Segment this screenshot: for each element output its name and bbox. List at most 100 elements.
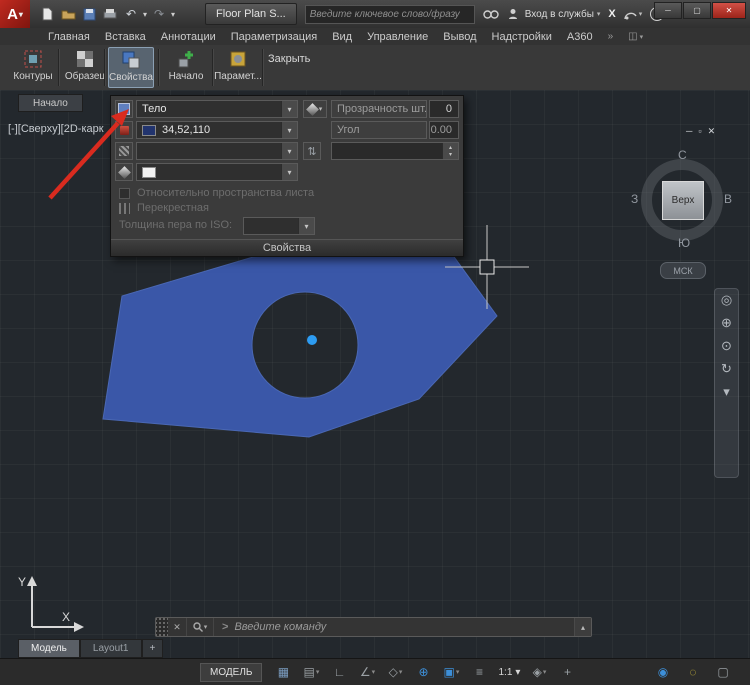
compass-north[interactable]: С <box>678 148 687 162</box>
chevron-down-icon[interactable]: ▾ <box>281 143 297 159</box>
angle-value[interactable]: 0.00 <box>429 121 459 139</box>
command-history-expand-icon[interactable]: ▴ <box>574 618 591 636</box>
document-tab[interactable]: Floor Plan S... <box>205 3 297 25</box>
tab-output[interactable]: Вывод <box>443 31 476 43</box>
hatch-polygon[interactable] <box>102 242 498 438</box>
hatch-color-combo[interactable]: 34,52,110 ▾ <box>136 121 298 139</box>
compass-west[interactable]: З <box>631 192 638 206</box>
tab-a360[interactable]: A360 <box>567 31 593 43</box>
command-close-icon[interactable]: ✕ <box>168 618 187 636</box>
navigation-wheel-icon[interactable]: ◎ <box>721 293 732 307</box>
new-file-icon[interactable] <box>38 5 56 23</box>
tab-insert[interactable]: Вставка <box>105 31 146 43</box>
application-menu-button[interactable]: A ▾ <box>0 0 30 28</box>
isolate-objects-icon[interactable]: ◌ <box>680 662 706 682</box>
layer-override-combo[interactable]: ▾ <box>136 163 298 181</box>
sign-in-button[interactable]: Вход в службы ▾ <box>525 9 601 20</box>
transparency-value[interactable]: 0 <box>429 100 459 118</box>
start-file-tab[interactable]: Начало <box>18 94 83 112</box>
chevron-down-icon[interactable]: ▾ <box>281 101 297 117</box>
iso-pen-width-combo[interactable]: ▾ <box>243 217 315 235</box>
qat-customize-icon[interactable]: ▾ <box>171 10 175 19</box>
command-input[interactable]: > Введите команду <box>222 621 326 633</box>
stay-connected-icon[interactable]: ▾ <box>624 9 642 20</box>
drawing-close-icon[interactable]: ✕ <box>708 126 716 137</box>
ortho-mode-icon[interactable]: ∟ <box>326 662 352 682</box>
background-color-combo[interactable]: ▾ <box>136 142 298 160</box>
command-line[interactable]: ✕ ▾ > Введите команду ▴ <box>155 617 592 637</box>
polar-tracking-icon[interactable]: ∠ ▾ <box>354 662 380 682</box>
grid-display-icon[interactable]: ▦ <box>270 662 296 682</box>
tab-annotate[interactable]: Аннотации <box>161 31 216 43</box>
tab-parametric[interactable]: Параметризация <box>231 31 317 43</box>
scale-spinner-field[interactable]: ▴ ▾ <box>331 142 459 160</box>
tab-overflow-icon[interactable]: » <box>608 31 614 42</box>
options-button[interactable]: Парамет... <box>214 47 262 88</box>
minimize-button[interactable]: ─ <box>654 2 682 19</box>
command-line-grip[interactable] <box>156 618 168 636</box>
chevron-down-icon[interactable]: ▾ <box>298 218 314 234</box>
center-point-dot[interactable] <box>307 335 317 345</box>
tab-home[interactable]: Главная <box>48 31 90 43</box>
ribbon-options-icon[interactable]: ◫ ▾ <box>628 31 643 42</box>
spinner-arrows-icon[interactable]: ▴ ▾ <box>442 143 458 159</box>
compass-east[interactable]: В <box>724 192 732 206</box>
search-binoculars-icon[interactable] <box>483 9 499 20</box>
drawing-restore-icon[interactable]: ▫ <box>698 126 701 137</box>
close-hatch-editor-button[interactable]: Закрыть <box>268 53 310 65</box>
ucs-wcs-badge[interactable]: МСК <box>660 262 706 279</box>
transparency-field[interactable]: Прозрачность шт... <box>331 100 427 118</box>
scale-spinner-icon[interactable]: ⇅ <box>303 142 321 160</box>
pan-icon[interactable]: ⊕ <box>721 316 732 330</box>
exchange-apps-icon[interactable]: X <box>608 8 615 20</box>
snap-mode-icon[interactable]: ▤ ▾ <box>298 662 324 682</box>
compass-south[interactable]: Ю <box>678 236 690 250</box>
viewcube-top-face[interactable]: Верх <box>662 181 704 220</box>
object-snap-tracking-icon[interactable]: ⊕ <box>410 662 436 682</box>
orbit-icon[interactable]: ↻ <box>721 362 732 376</box>
navbar-more-icon[interactable]: ▾ <box>723 385 730 399</box>
chevron-down-icon[interactable]: ▾ <box>281 164 297 180</box>
workspace-gear-icon[interactable]: ◈ ▾ <box>526 662 552 682</box>
redo-icon[interactable]: ↷ <box>150 5 168 23</box>
chevron-down-icon[interactable]: ▾ <box>281 122 297 138</box>
layer-override-icon[interactable] <box>115 163 133 181</box>
new-layout-button[interactable]: + <box>141 639 164 658</box>
command-customize-icon[interactable]: ▾ <box>187 618 214 636</box>
hatch-type-combo[interactable]: Тело ▾ <box>136 100 298 118</box>
pattern-button[interactable]: Образец <box>62 47 108 88</box>
print-icon[interactable] <box>101 5 119 23</box>
maximize-button[interactable]: ▢ <box>683 2 711 19</box>
angle-field[interactable]: Угол <box>331 121 427 139</box>
clean-screen-icon[interactable]: ▢ <box>710 662 736 682</box>
tab-view[interactable]: Вид <box>332 31 352 43</box>
undo-dropdown-icon[interactable]: ▾ <box>143 10 147 19</box>
background-color-icon[interactable] <box>115 142 133 160</box>
view-cube[interactable]: С Ю З В Верх <box>631 148 732 250</box>
undo-icon[interactable]: ↶ <box>122 5 140 23</box>
model-space-button[interactable]: МОДЕЛЬ <box>200 662 263 682</box>
tab-layout1[interactable]: Layout1 <box>79 639 142 658</box>
help-search-box[interactable]: Введите ключевое слово/фразу <box>304 4 475 24</box>
customization-plus-icon[interactable]: + <box>554 662 580 682</box>
open-file-icon[interactable] <box>59 5 77 23</box>
set-origin-button[interactable]: Начало <box>163 47 209 88</box>
tab-addins[interactable]: Надстройки <box>492 31 552 43</box>
hatch-type-icon[interactable] <box>115 100 133 118</box>
lineweight-icon[interactable]: ≡ <box>466 662 492 682</box>
drawing-canvas[interactable]: Y X Начало [-][Сверху][2D-карк ─ ▫ ✕ С Ю… <box>0 90 750 658</box>
properties-button[interactable]: Свойства <box>108 47 154 88</box>
tab-model[interactable]: Модель <box>18 639 80 658</box>
object-snap-icon[interactable]: ▣ ▾ <box>438 662 464 682</box>
isometric-drafting-icon[interactable]: ◇ ▾ <box>382 662 408 682</box>
drawing-minimize-icon[interactable]: ─ <box>686 126 692 137</box>
hardware-acceleration-icon[interactable]: ◉ <box>650 662 676 682</box>
viewport-controls-label[interactable]: [-][Сверху][2D-карк <box>8 123 109 135</box>
close-button[interactable]: ✕ <box>712 2 746 19</box>
annotation-scale-control[interactable]: 1:1 ▾ <box>494 662 524 682</box>
tab-manage[interactable]: Управление <box>367 31 428 43</box>
zoom-icon[interactable]: ⊙ <box>721 339 732 353</box>
hatch-color-icon[interactable] <box>115 121 133 139</box>
hatch-transparency-icon[interactable]: ▾ <box>303 100 327 118</box>
save-icon[interactable] <box>80 5 98 23</box>
